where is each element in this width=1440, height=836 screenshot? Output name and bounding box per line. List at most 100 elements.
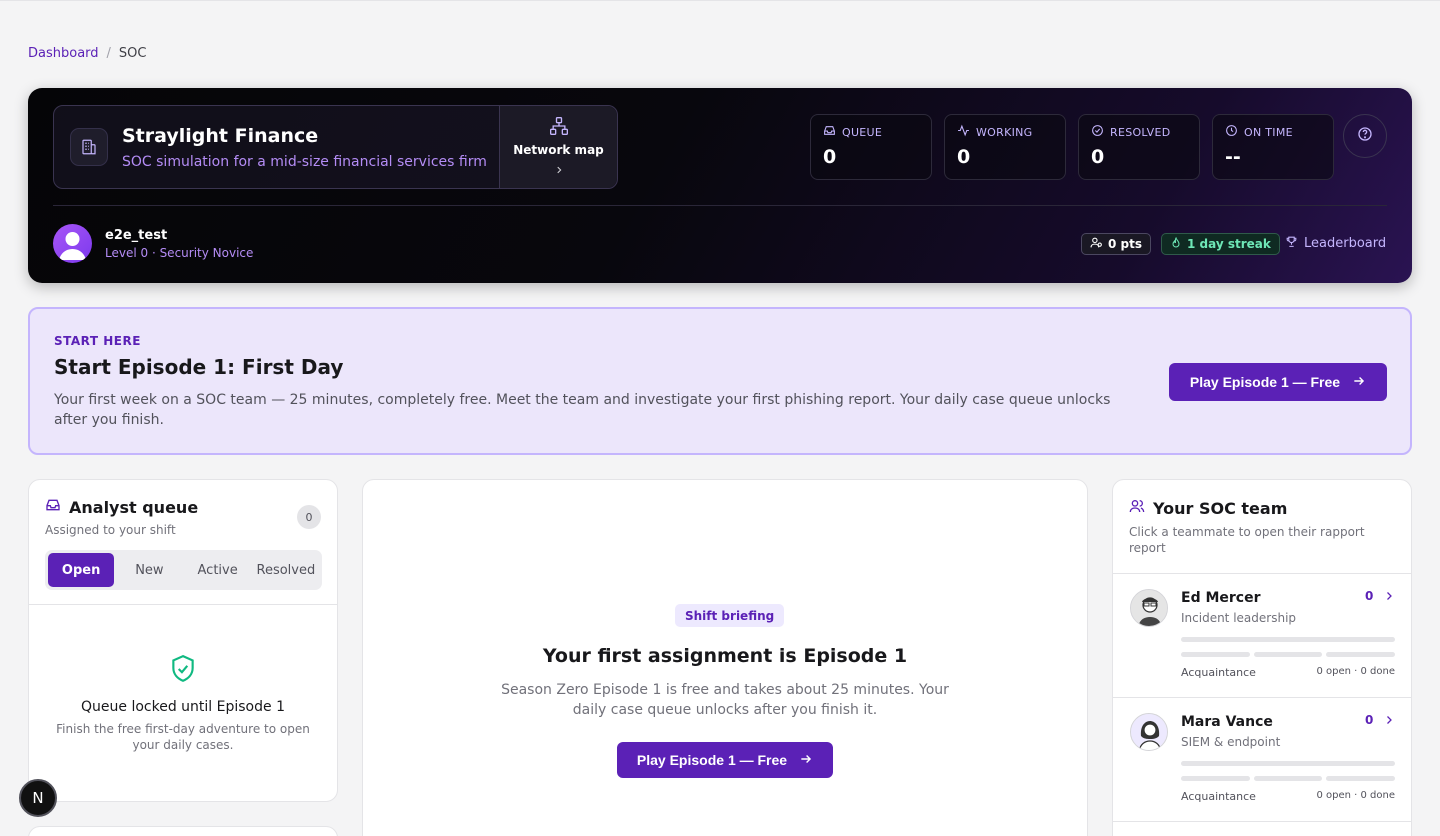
breadcrumb-current: SOC [118,46,147,61]
arrow-right-icon [1352,374,1366,391]
chevron-right-icon [1383,711,1395,730]
rapport-segments [1181,652,1396,657]
stat-resolved: RESOLVED 0 [1078,114,1200,180]
rapport-segments [1181,776,1396,781]
stat-resolved-value: 0 [1091,146,1105,168]
teammate-counts: 0 open · 0 done [1316,790,1395,801]
secondary-card [28,826,338,836]
hero-divider [53,205,1387,206]
activity-icon [957,124,970,140]
company-description: SOC simulation for a mid-size financial … [122,153,487,170]
analyst-queue-subtitle: Assigned to your shift [45,523,176,537]
teammate-stage: Acquaintance [1181,790,1256,803]
tab-new[interactable]: New [116,553,182,587]
company-card: Straylight Finance SOC simulation for a … [53,105,618,189]
teammate-name: Ed Mercer [1181,590,1261,606]
user-avatar[interactable] [53,224,92,263]
shift-briefing-badge: Shift briefing [675,604,785,627]
hero-panel: Straylight Finance SOC simulation for a … [28,88,1412,283]
tab-open[interactable]: Open [48,553,115,587]
breadcrumb-dashboard-link[interactable]: Dashboard [28,46,99,61]
check-circle-icon [1091,124,1104,140]
teammate-ed-mercer[interactable]: Ed Mercer Incident leadership 0 Acquaint… [1113,574,1411,698]
help-circle-icon [1357,126,1373,146]
soc-team-subtitle: Click a teammate to open their rapport r… [1129,525,1365,555]
analyst-queue-card: Analyst queue Assigned to your shift 0 O… [28,479,338,802]
streak-value: 1 day streak [1187,237,1271,251]
play-episode-button[interactable]: Play Episode 1 — Free [1169,363,1387,401]
users-icon [1129,498,1145,518]
tab-active[interactable]: Active [185,553,251,587]
stat-on-time: ON TIME -- [1212,114,1334,180]
breadcrumb: Dashboard / SOC [28,46,146,61]
teammate-counts: 0 open · 0 done [1316,666,1395,677]
streak-badge: 1 day streak [1161,233,1280,255]
briefing-title: Your first assignment is Episode 1 [542,645,908,667]
company-name: Straylight Finance [122,124,319,147]
network-map-button[interactable]: Network map [499,106,617,188]
teammate-score: 0 [1365,713,1374,727]
dev-tools-badge[interactable]: N [19,779,57,817]
queue-locked-description: Finish the free first-day adventure to o… [56,722,310,752]
teammate-role: SIEM & endpoint [1181,735,1281,749]
analyst-queue-count: 0 [297,505,321,529]
teammate-name: Mara Vance [1181,714,1273,730]
stat-queue: QUEUE 0 [810,114,932,180]
username: e2e_test [105,228,168,243]
briefing-description: Season Zero Episode 1 is free and takes … [501,682,949,718]
soc-team-card: Your SOC team Click a teammate to open t… [1112,479,1412,836]
soc-team-title-text: Your SOC team [1153,498,1288,518]
queue-divider [29,604,337,605]
company-text: Straylight Finance SOC simulation for a … [122,125,487,170]
leaderboard-link[interactable]: Leaderboard [1285,235,1386,252]
stat-on-time-value: -- [1225,146,1241,168]
leaderboard-label: Leaderboard [1304,236,1387,251]
stat-queue-value: 0 [823,146,837,168]
chevron-right-icon [554,160,564,179]
inbox-icon [45,497,61,517]
avatar [1130,589,1168,627]
network-icon [549,116,569,140]
points-badge: 0 pts [1081,233,1151,255]
rapport-bar [1181,637,1395,642]
inbox-icon [823,124,836,140]
points-value: 0 pts [1108,237,1142,251]
arrow-right-icon [799,752,813,769]
start-title: Start Episode 1: First Day [54,355,344,379]
top-border [0,0,1440,1]
flame-icon [1170,236,1182,252]
shield-check-icon [170,654,196,688]
clock-icon [1225,124,1238,140]
briefing-play-button[interactable]: Play Episode 1 — Free [617,742,833,778]
user-level: Level 0 · Security Novice [105,246,254,260]
stat-working-label: WORKING [976,125,1033,139]
company-info: Straylight Finance SOC simulation for a … [54,106,499,188]
briefing-play-label: Play Episode 1 — Free [636,752,788,768]
teammate-role: Incident leadership [1181,611,1297,625]
users-icon [1090,236,1103,252]
help-button[interactable] [1343,114,1387,158]
tab-resolved[interactable]: Resolved [253,553,319,587]
start-here-panel: START HERE Start Episode 1: First Day Yo… [28,307,1412,455]
start-description: Your first week on a SOC team — 25 minut… [54,392,1111,428]
stat-queue-label: QUEUE [842,125,883,139]
teammate-score: 0 [1365,589,1374,603]
building-icon [70,128,108,166]
play-episode-label: Play Episode 1 — Free [1189,374,1341,390]
analyst-queue-title-text: Analyst queue [69,497,199,517]
trophy-icon [1285,235,1298,252]
queue-locked-title: Queue locked until Episode 1 [81,699,285,715]
analyst-queue-title: Analyst queue [45,497,198,517]
stat-on-time-label: ON TIME [1244,125,1293,139]
soc-team-title: Your SOC team [1129,498,1287,518]
teammate-mara-vance[interactable]: Mara Vance SIEM & endpoint 0 Acquaintanc… [1113,698,1411,822]
team-divider [1113,821,1411,822]
rapport-bar [1181,761,1395,766]
breadcrumb-separator: / [106,46,111,61]
stat-working-value: 0 [957,146,971,168]
stat-working: WORKING 0 [944,114,1066,180]
queue-tabs: Open New Active Resolved [45,550,322,590]
shift-briefing-card: Shift briefing Your first assignment is … [362,479,1088,836]
chevron-right-icon [1383,587,1395,606]
teammate-stage: Acquaintance [1181,666,1256,679]
